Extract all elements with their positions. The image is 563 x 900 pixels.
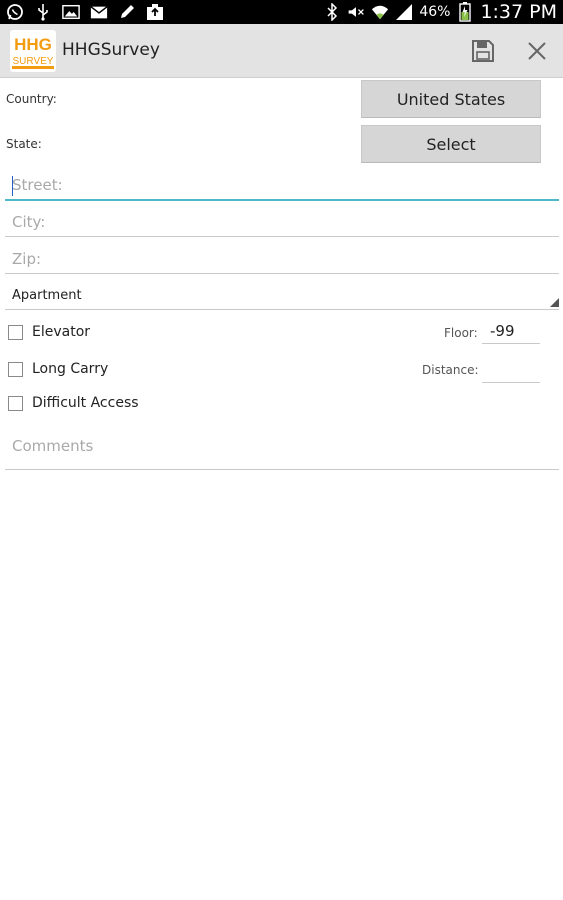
mute-icon	[347, 3, 365, 21]
street-input[interactable]	[5, 171, 559, 199]
text-cursor	[12, 176, 13, 196]
residence-type-dropdown[interactable]: Apartment	[5, 282, 559, 310]
difficult-access-row[interactable]: Difficult Access	[8, 393, 139, 413]
city-input[interactable]	[5, 207, 559, 236]
difficult-access-label: Difficult Access	[32, 395, 139, 411]
status-bar: 46% 1:37 PM	[0, 0, 563, 24]
residence-type-value: Apartment	[12, 288, 82, 303]
comments-input[interactable]	[5, 432, 559, 469]
difficult-access-checkbox[interactable]	[8, 395, 23, 411]
clock: 1:37 PM	[480, 1, 557, 23]
elevator-label: Elevator	[32, 324, 91, 340]
pencil-icon	[118, 3, 136, 21]
action-bar: HHG SURVEY HHGSurvey	[0, 24, 563, 78]
long-carry-row[interactable]: Long Carry	[8, 359, 108, 379]
zip-field[interactable]	[5, 244, 559, 274]
state-label: State:	[6, 137, 42, 151]
save-icon[interactable]	[470, 38, 496, 64]
system-icons: 46% 1:37 PM	[323, 0, 557, 24]
usb-icon	[34, 3, 52, 21]
city-field[interactable]	[5, 207, 559, 237]
long-carry-label: Long Carry	[32, 361, 109, 377]
battery-icon	[456, 2, 474, 22]
svg-text:HHG: HHG	[14, 35, 52, 54]
upload-icon	[146, 3, 164, 21]
app-title: HHGSurvey	[62, 40, 160, 60]
notification-icons	[6, 3, 164, 21]
mail-icon	[90, 3, 108, 21]
state-select[interactable]: Select	[361, 125, 541, 163]
comments-field[interactable]	[5, 432, 559, 470]
image-icon	[62, 3, 80, 21]
elevator-checkbox[interactable]	[8, 324, 23, 340]
svg-text:SURVEY: SURVEY	[13, 56, 54, 67]
bluetooth-icon	[323, 3, 341, 21]
close-icon[interactable]	[524, 38, 550, 64]
long-carry-checkbox[interactable]	[8, 361, 23, 377]
dropdown-arrow-icon	[550, 298, 559, 307]
street-field[interactable]	[5, 171, 559, 201]
whatsapp-icon	[6, 3, 24, 21]
elevator-row[interactable]: Elevator	[8, 322, 90, 342]
signal-icon	[395, 3, 413, 21]
distance-label: Distance:	[422, 363, 479, 377]
zip-input[interactable]	[5, 244, 559, 273]
floor-input[interactable]	[482, 318, 540, 343]
country-select[interactable]: United States	[361, 80, 541, 118]
wifi-icon	[371, 3, 389, 21]
floor-label: Floor:	[444, 326, 478, 340]
distance-field[interactable]	[482, 357, 540, 383]
floor-field[interactable]	[482, 318, 540, 344]
country-label: Country:	[6, 92, 57, 106]
app-logo-icon: HHG SURVEY	[10, 30, 56, 72]
battery-percent: 46%	[419, 4, 451, 20]
distance-input[interactable]	[482, 357, 540, 382]
